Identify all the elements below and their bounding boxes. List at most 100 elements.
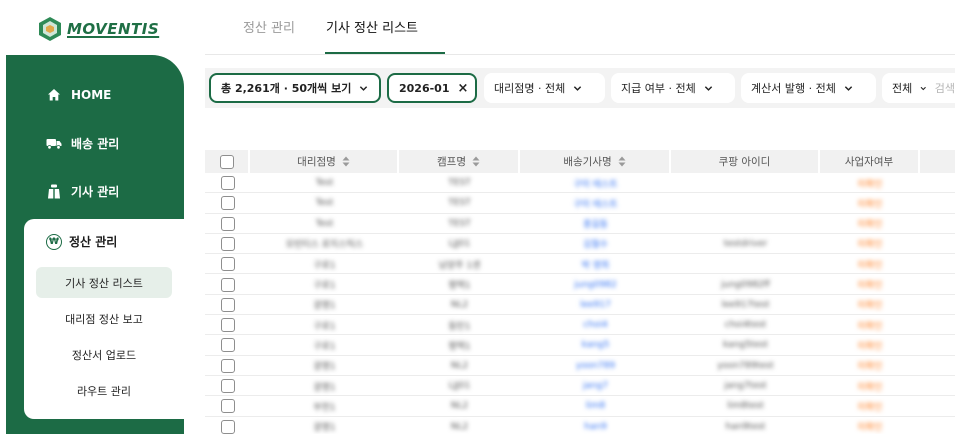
- cell-business: 미확인: [857, 362, 883, 373]
- cell-coupang-id: [671, 173, 820, 193]
- won-icon: ₩: [46, 233, 62, 250]
- row-checkbox[interactable]: [220, 338, 235, 353]
- cell-business: 미확인: [857, 382, 883, 393]
- row-checkbox[interactable]: [220, 236, 235, 251]
- column-header-agency[interactable]: 대리점명: [250, 150, 399, 173]
- close-icon[interactable]: ×: [458, 82, 469, 95]
- page-size-dropdown[interactable]: 총 2,261개 · 50개씩 보기: [209, 73, 381, 103]
- sidebar-item-home[interactable]: HOME: [46, 87, 111, 103]
- app-root: MOVENTIS HOME 배송 관리 기사 관리 ₩ 정산 관리 기사 정산 …: [0, 0, 955, 434]
- payment-status-dropdown[interactable]: 지급 여부 · 전체: [611, 73, 735, 103]
- table-row[interactable]: 광명1 NL2 han9 han9test 미확인: [205, 417, 955, 434]
- table-row[interactable]: Test TEST 구미 테스트 미확인: [205, 193, 955, 214]
- sidebar-item-drivers[interactable]: 기사 관리: [46, 183, 119, 200]
- row-checkbox[interactable]: [220, 176, 235, 190]
- cell-driver[interactable]: han9: [520, 417, 671, 434]
- cell-driver[interactable]: 박 영희: [520, 254, 671, 274]
- cell-agency: 광명1: [313, 301, 336, 312]
- cell-driver[interactable]: kang5: [520, 335, 671, 355]
- cell-driver[interactable]: 구미 테스트: [520, 173, 671, 193]
- row-checkbox[interactable]: [220, 277, 235, 292]
- submenu-statement-upload[interactable]: 정산서 업로드: [36, 339, 172, 370]
- cell-overflow: [920, 214, 955, 234]
- cell-driver[interactable]: 홍길동: [520, 214, 671, 234]
- row-checkbox[interactable]: [220, 318, 235, 333]
- cell-coupang-id: [671, 193, 820, 213]
- column-header-label: 배송기사명: [563, 156, 612, 168]
- cell-driver[interactable]: jung0982: [520, 275, 671, 295]
- submenu-agency-settlement-report[interactable]: 대리점 정산 보고: [36, 303, 172, 334]
- table-row[interactable]: 광명1 LJJ01 jang7 jang7test 미확인: [205, 376, 955, 397]
- sort-icon[interactable]: [618, 156, 626, 167]
- table-row[interactable]: 구로1 동탄1 choi4 choi4test 미확인: [205, 315, 955, 336]
- row-checkbox[interactable]: [220, 358, 235, 373]
- sidebar-item-label: 정산 관리: [69, 235, 118, 249]
- cell-driver[interactable]: yoon789: [520, 356, 671, 376]
- cell-coupang-id: testdriver: [723, 238, 768, 249]
- cell-agency: 구로1: [313, 281, 336, 291]
- month-filter-chip[interactable]: 2026-01 ×: [387, 73, 477, 103]
- cell-coupang-id: [671, 254, 820, 274]
- cell-driver[interactable]: lim8: [520, 396, 671, 416]
- table-row[interactable]: Test TEST 구미 테스트 미확인: [205, 173, 955, 194]
- driver-icon: [46, 184, 62, 200]
- cell-business: 미확인: [857, 341, 883, 352]
- chevron-down-icon: [920, 86, 927, 90]
- sort-icon[interactable]: [342, 156, 350, 167]
- table-row[interactable]: 광명1 NL2 yoon789 yoon789test 미확인: [205, 356, 955, 376]
- row-checkbox[interactable]: [220, 297, 235, 312]
- brand-logo[interactable]: MOVENTIS: [38, 14, 159, 44]
- column-header-driver[interactable]: 배송기사명: [520, 150, 671, 173]
- cell-camp: TEST: [448, 198, 471, 209]
- cell-driver[interactable]: jang7: [520, 376, 671, 396]
- cell-driver[interactable]: 구미 테스트: [520, 193, 671, 213]
- invoice-status-dropdown[interactable]: 계산서 발행 · 전체: [741, 73, 876, 103]
- cell-overflow: [920, 356, 955, 376]
- cell-driver[interactable]: 김철수: [520, 234, 671, 254]
- cell-agency: Test: [315, 178, 334, 188]
- row-checkbox[interactable]: [220, 419, 235, 434]
- table-row[interactable]: 구로1 평택1 kang5 kang5test 미확인: [205, 335, 955, 356]
- sidebar-item-settlement[interactable]: ₩ 정산 관리: [46, 233, 117, 250]
- row-checkbox[interactable]: [220, 196, 235, 211]
- row-checkbox[interactable]: [220, 216, 235, 231]
- submenu-driver-settlement-list[interactable]: 기사 정산 리스트: [36, 267, 172, 298]
- cell-camp: NL2: [450, 421, 469, 432]
- payment-status-label: 지급 여부 · 전체: [621, 82, 696, 95]
- search-input[interactable]: 검색: [935, 80, 955, 96]
- table-row[interactable]: 구로1 평택1 jung0982 jung0982ff 미확인: [205, 275, 955, 295]
- cell-driver[interactable]: lee917: [520, 295, 671, 315]
- table-row[interactable]: 모빈티스 로지스틱스 LJJ01 김철수 testdriver 미확인: [205, 234, 955, 255]
- cell-driver[interactable]: choi4: [520, 315, 671, 335]
- row-select-cell: [205, 193, 250, 213]
- table-row[interactable]: 구로1 남양주 1센 박 영희 미확인: [205, 254, 955, 275]
- cell-agency: 구로1: [313, 260, 336, 271]
- cell-camp: NL2: [450, 360, 469, 371]
- select-all-checkbox[interactable]: [219, 154, 234, 169]
- row-select-cell: [205, 356, 250, 376]
- cell-business: 미확인: [857, 423, 883, 434]
- row-checkbox[interactable]: [220, 257, 235, 272]
- search-scope-dropdown[interactable]: 전체 검색: [882, 73, 955, 103]
- table-row[interactable]: Test TEST 홍길동 미확인: [205, 214, 955, 234]
- table-row[interactable]: 부천1 NL2 lim8 lim8test 미확인: [205, 396, 955, 417]
- tabs-divider: [205, 54, 955, 55]
- cell-agency: Test: [315, 198, 334, 209]
- column-header-camp[interactable]: 캠프명: [399, 150, 520, 173]
- tab-settlement-management[interactable]: 정산 관리: [243, 17, 295, 36]
- cell-camp: 평택1: [448, 341, 471, 352]
- row-checkbox[interactable]: [220, 399, 235, 414]
- cell-coupang-id: kang5test: [723, 340, 768, 351]
- table-row[interactable]: 광명1 NL2 lee917 lee917test 미확인: [205, 295, 955, 316]
- cell-business: 미확인: [857, 220, 883, 231]
- cell-overflow: [920, 376, 955, 396]
- tab-driver-settlement-list[interactable]: 기사 정산 리스트: [326, 17, 418, 36]
- row-checkbox[interactable]: [220, 379, 235, 393]
- submenu-route-management[interactable]: 라우트 관리: [36, 375, 172, 406]
- sort-icon[interactable]: [472, 156, 480, 167]
- table-header: 대리점명 캠프명 배송기사명 쿠팡 아이디 사업자여부: [205, 150, 955, 173]
- column-header-label: 캠프명: [437, 156, 466, 168]
- agency-filter-dropdown[interactable]: 대리점명 · 전체: [484, 73, 605, 103]
- cell-camp: 남양주 1센: [438, 260, 481, 271]
- sidebar-item-delivery[interactable]: 배송 관리: [46, 135, 119, 152]
